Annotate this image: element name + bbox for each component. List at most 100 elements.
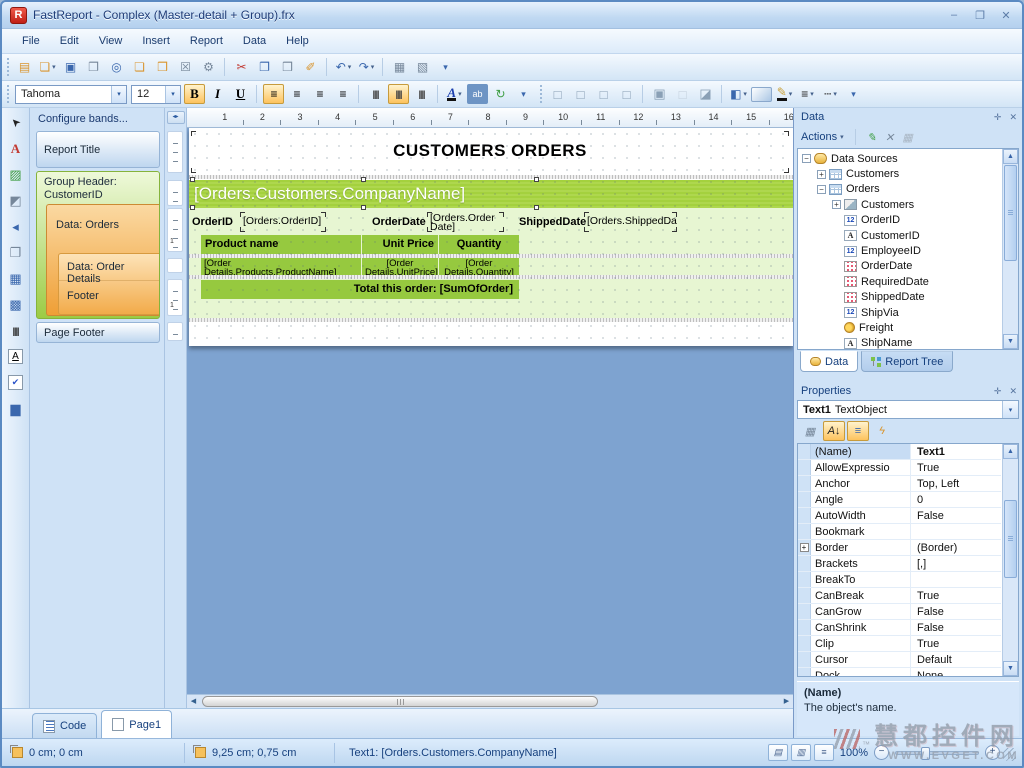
horizontal-scrollbar[interactable]: ◀ ▶	[187, 694, 793, 708]
tree-item[interactable]: + Customers	[798, 197, 1001, 212]
bold-button[interactable]: B	[184, 84, 205, 104]
property-value[interactable]: (Border)	[911, 540, 1001, 555]
border-settings-icon[interactable]: ◪	[695, 84, 716, 104]
property-row[interactable]: Angle 0	[798, 492, 1001, 508]
selection-handle[interactable]	[534, 205, 539, 210]
table-header-product[interactable]: Product name	[201, 235, 361, 254]
menu-item[interactable]: Report	[180, 32, 233, 50]
border-bottom-icon[interactable]: □	[570, 84, 591, 104]
expand-icon[interactable]: +	[800, 543, 809, 552]
copy-icon[interactable]: ❐	[254, 57, 275, 77]
events-view-icon[interactable]: ϟ	[871, 421, 893, 441]
tree-item[interactable]: RequiredDate	[798, 274, 1001, 289]
properties-view-icon[interactable]: ≡	[847, 421, 869, 441]
no-borders-icon[interactable]: □	[672, 84, 693, 104]
line-width-icon[interactable]: ≡▾	[797, 84, 818, 104]
font-size-select[interactable]: 12 ▾	[131, 85, 181, 104]
subreport-object-icon[interactable]: ❐	[4, 241, 28, 264]
picture-object-icon[interactable]: ▨	[4, 163, 28, 186]
align-center-icon[interactable]: ≡	[286, 84, 307, 104]
orderdate-field[interactable]: [Orders.OrderDate]	[427, 212, 504, 232]
close-icon[interactable]: ✕	[1009, 386, 1017, 397]
band-data-order-details[interactable]: Data: Order Details Footer	[58, 253, 159, 315]
band-data-orders[interactable]: Data: Orders Data: Order Details Footer	[46, 204, 159, 316]
chevron-down-icon[interactable]: ▾	[1002, 401, 1018, 418]
scroll-right-icon[interactable]: ▶	[780, 696, 793, 708]
tree-item[interactable]: − Orders	[798, 182, 1001, 197]
cut-icon[interactable]: ✂	[231, 57, 252, 77]
quantity-field[interactable]: [Order Details.Quantity]	[439, 258, 519, 275]
continuous-view-icon[interactable]: ▥	[791, 744, 811, 761]
text-rotation-icon[interactable]: ↻	[490, 84, 511, 104]
property-row[interactable]: (Name) Text1	[798, 444, 1001, 460]
tab-page1[interactable]: Page1	[101, 710, 172, 738]
new-report-icon[interactable]: ▤	[14, 57, 35, 77]
object-selector[interactable]: Text1 TextObject ▾	[797, 400, 1019, 419]
toolbar-overflow-icon[interactable]: ▾	[843, 84, 864, 104]
menu-item[interactable]: Edit	[50, 32, 89, 50]
group-header-band[interactable]: [Orders.Customers.CompanyName]	[189, 180, 793, 208]
band-report-title[interactable]: Report Title	[36, 131, 160, 168]
select-tool-icon[interactable]: ➤	[4, 111, 28, 134]
paste-icon[interactable]: ❒	[277, 57, 298, 77]
property-value[interactable]	[911, 572, 1001, 587]
matrix-object-icon[interactable]: ▩	[4, 293, 28, 316]
page-setup-icon[interactable]: ❒	[152, 57, 173, 77]
zoom-slider-thumb[interactable]	[921, 747, 930, 760]
valign-top-icon[interactable]: ||||	[365, 84, 386, 104]
scroll-up-icon[interactable]: ▲	[1003, 149, 1018, 164]
ungroup-icon[interactable]: ▧	[412, 57, 433, 77]
order-total-field[interactable]: Total this order: [SumOfOrder]	[201, 280, 519, 299]
edit-datasource-icon[interactable]: ✎	[863, 129, 881, 145]
close-button[interactable]: ✕	[998, 9, 1014, 22]
property-row[interactable]: Dock None	[798, 668, 1001, 677]
close-icon[interactable]: ✕	[1009, 112, 1017, 123]
all-borders-icon[interactable]: ▣	[649, 84, 670, 104]
underline-button[interactable]: U	[230, 84, 251, 104]
scroll-down-icon[interactable]: ▼	[1003, 661, 1018, 676]
tree-item[interactable]: ShipName	[798, 336, 1001, 350]
chevron-down-icon[interactable]: ▾	[165, 86, 180, 103]
toolbar-grip[interactable]	[538, 85, 543, 103]
selection-handle[interactable]	[361, 177, 366, 182]
band-page-footer[interactable]: Page Footer	[36, 322, 160, 343]
properties-scrollbar[interactable]: ▲ ▼	[1002, 444, 1018, 676]
fill-style-icon[interactable]	[751, 87, 772, 102]
property-row[interactable]: Brackets [,]	[798, 556, 1001, 572]
selection-handle[interactable]	[534, 177, 539, 182]
report-title-object[interactable]: CUSTOMERS ORDERS	[191, 131, 789, 173]
property-row[interactable]: CanGrow False	[798, 604, 1001, 620]
open-report-icon[interactable]: ❏▾	[37, 57, 58, 77]
checkbox-object-icon[interactable]: ✔	[4, 371, 28, 394]
maximize-button[interactable]: ❐	[972, 9, 988, 22]
tree-item[interactable]: OrderID	[798, 213, 1001, 228]
tree-scrollbar[interactable]: ▲ ▼	[1002, 149, 1018, 349]
property-value[interactable]: False	[911, 620, 1001, 635]
menu-item[interactable]: View	[89, 32, 133, 50]
chart-object-icon[interactable]: ▆	[4, 397, 28, 420]
tree-expander-icon[interactable]: −	[817, 185, 826, 194]
line-color-icon[interactable]: ✎▾	[774, 84, 795, 104]
orderid-label[interactable]: OrderID	[192, 214, 233, 230]
tree-item[interactable]: ShippedDate	[798, 290, 1001, 305]
property-value[interactable]: True	[911, 636, 1001, 651]
tree-item[interactable]: CustomerID	[798, 228, 1001, 243]
table-header-unitprice[interactable]: Unit Price	[362, 235, 438, 254]
productname-field[interactable]: [Order Details.Products.ProductName]	[201, 258, 361, 275]
fill-color-icon[interactable]: ◧▾	[728, 84, 749, 104]
tree-item[interactable]: Freight	[798, 320, 1001, 335]
tree-expander-icon[interactable]: −	[802, 154, 811, 163]
scroll-left-icon[interactable]: ◀	[187, 696, 200, 708]
font-color-icon[interactable]: A▾	[444, 84, 465, 104]
valign-center-icon[interactable]: ||||	[388, 84, 409, 104]
line-style-icon[interactable]: ┄▾	[820, 84, 841, 104]
property-row[interactable]: Cursor Default	[798, 652, 1001, 668]
valign-bottom-icon[interactable]: ||||	[411, 84, 432, 104]
delete-page-icon[interactable]: ☒	[175, 57, 196, 77]
align-left-icon[interactable]: ≡	[263, 84, 284, 104]
collapse-toolbox-icon[interactable]: ◂	[4, 215, 28, 238]
toolbar-grip[interactable]	[5, 58, 10, 76]
selection-handle[interactable]	[190, 177, 195, 182]
property-value[interactable]: False	[911, 508, 1001, 523]
save-report-icon[interactable]: ▣	[60, 57, 81, 77]
